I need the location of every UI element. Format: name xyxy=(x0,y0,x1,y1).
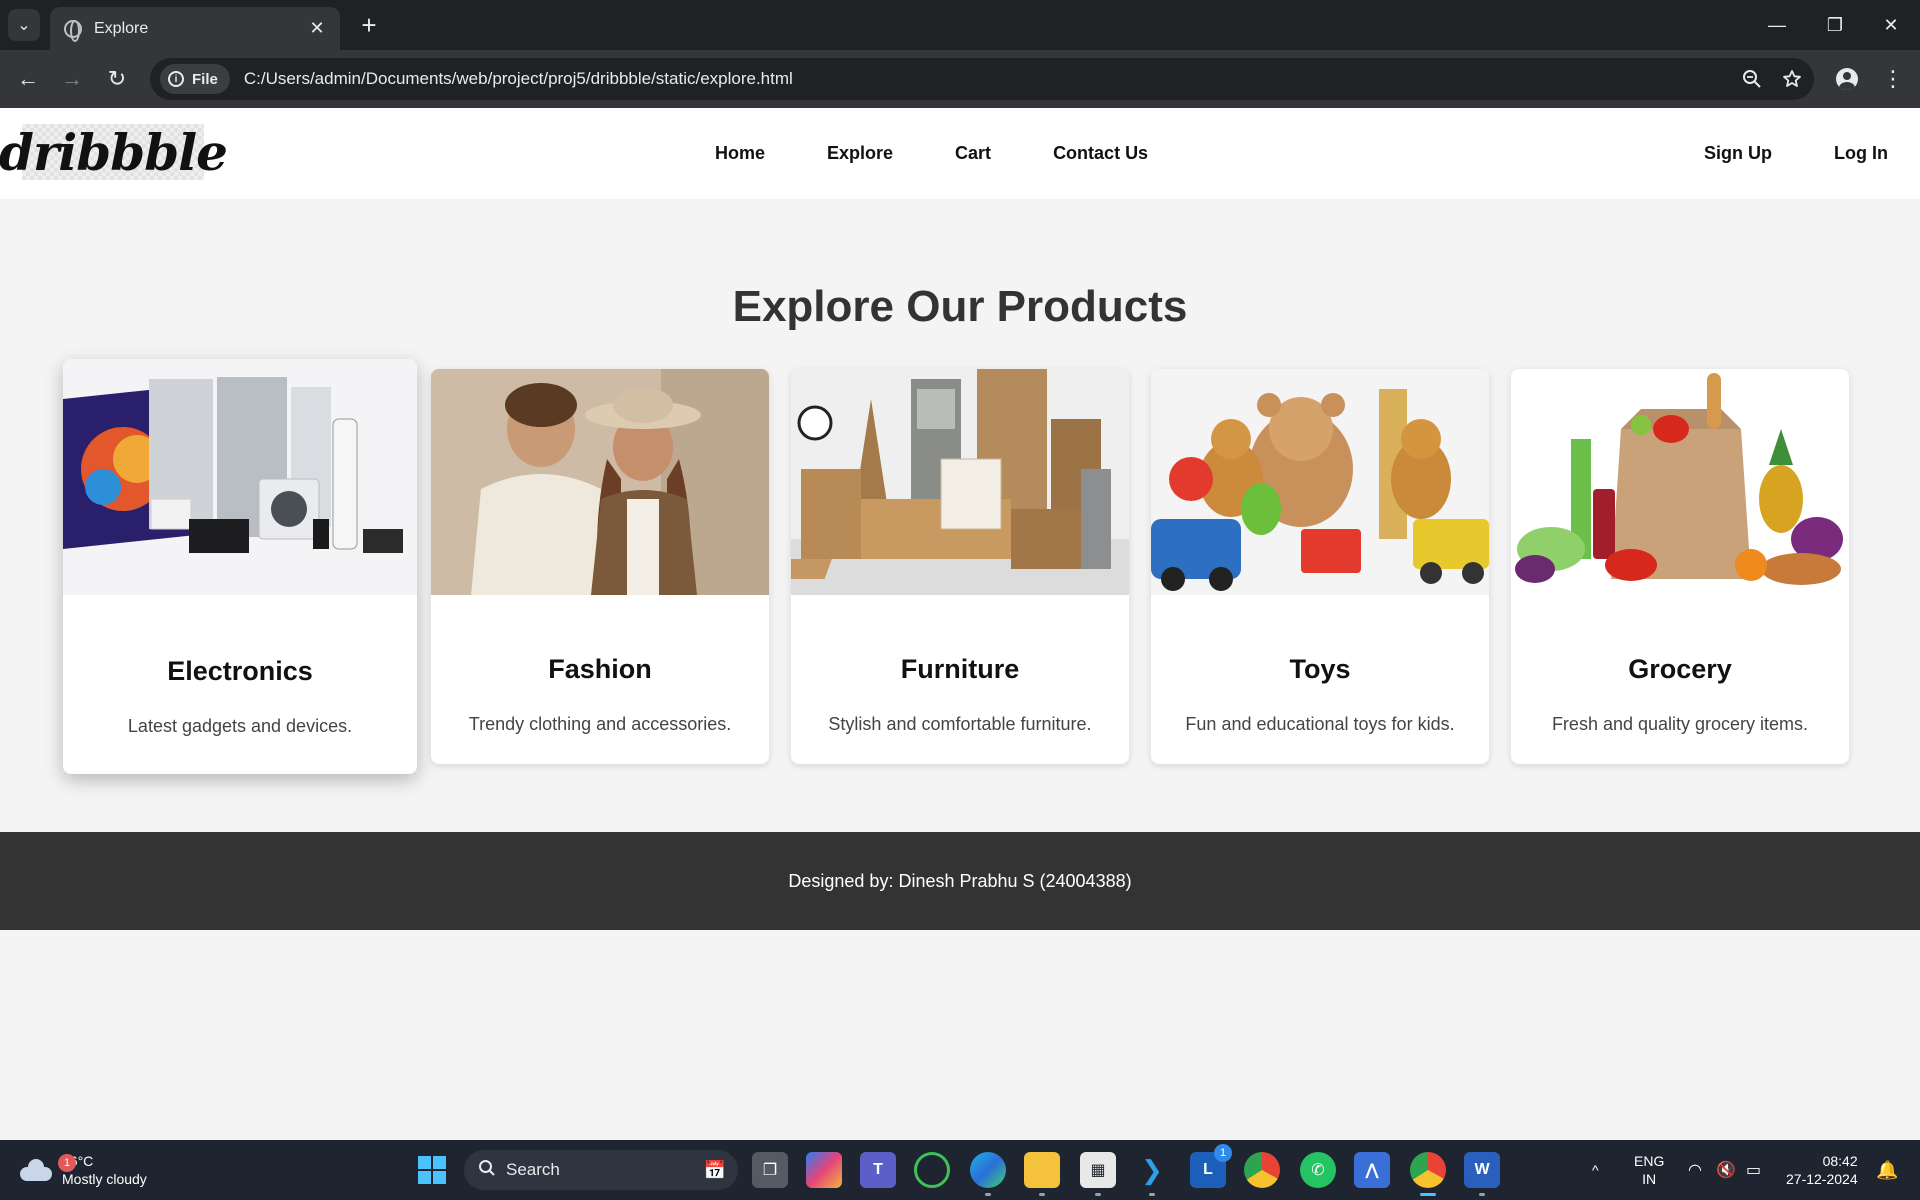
search-icon xyxy=(478,1159,496,1182)
word-icon[interactable]: W xyxy=(1464,1152,1500,1196)
lang-line1: ENG xyxy=(1634,1153,1665,1169)
taskbar-search[interactable]: Search 📅 xyxy=(464,1150,738,1190)
fashion-image xyxy=(431,369,769,595)
category-name: Toys xyxy=(1289,654,1351,684)
category-card-grocery[interactable]: Grocery Fresh and quality grocery items. xyxy=(1511,369,1849,764)
chevron-down-icon: ⌄ xyxy=(17,17,31,34)
log-in-link[interactable]: Log In xyxy=(1834,143,1888,164)
browser-tab-explore[interactable]: Explore ✕ xyxy=(50,7,340,50)
back-button[interactable]: ← xyxy=(11,62,45,96)
windows-start-icon[interactable] xyxy=(418,1156,446,1184)
footer-credit: Designed by: Dinesh Prabhu S (24004388) xyxy=(788,870,1132,891)
category-name: Grocery xyxy=(1628,654,1732,684)
taskbar: 1 26°C Mostly cloudy Search 📅 ❐ T ▦ ❯ L … xyxy=(0,1140,1920,1200)
kebab-menu-icon[interactable]: ⋮ xyxy=(1876,62,1910,96)
category-card-fashion[interactable]: Fashion Trendy clothing and accessories. xyxy=(431,369,769,764)
weather-condition: Mostly cloudy xyxy=(62,1171,147,1187)
category-card-toys[interactable]: Toys Fun and educational toys for kids. xyxy=(1151,369,1489,764)
page-content: dribbble Home Explore Cart Contact Us Si… xyxy=(0,108,1920,1140)
copilot-icon[interactable] xyxy=(806,1152,842,1188)
site-info-label: File xyxy=(192,70,218,88)
grocery-image xyxy=(1511,369,1849,595)
main-nav: Home Explore Cart Contact Us xyxy=(715,108,1148,199)
category-description: Trendy clothing and accessories. xyxy=(468,714,732,734)
teams-icon[interactable]: T xyxy=(860,1152,896,1188)
notification-bell-icon[interactable]: 🔔 xyxy=(1876,1140,1898,1200)
task-view-icon[interactable]: ❐ xyxy=(752,1152,788,1188)
url-text[interactable]: C:/Users/admin/Documents/web/project/pro… xyxy=(244,69,1734,89)
tab-list-button[interactable]: ⌄ xyxy=(8,9,40,41)
category-description: Fresh and quality grocery items. xyxy=(1551,714,1809,734)
nav-explore[interactable]: Explore xyxy=(827,143,893,164)
page-title: Explore Our Products xyxy=(732,282,1188,331)
sign-up-link[interactable]: Sign Up xyxy=(1704,143,1772,164)
auth-nav: Sign Up Log In xyxy=(1704,108,1888,199)
globe-icon xyxy=(64,19,82,42)
close-window-button[interactable]: ✕ xyxy=(1862,0,1920,50)
site-footer: Designed by: Dinesh Prabhu S (24004388) xyxy=(0,832,1920,930)
store-icon[interactable]: ▦ xyxy=(1080,1152,1116,1196)
restore-button[interactable]: ❐ xyxy=(1806,0,1864,50)
clock[interactable]: 08:42 27-12-2024 xyxy=(1786,1140,1858,1200)
star-icon[interactable] xyxy=(1774,61,1810,97)
category-card-furniture[interactable]: Furniture Stylish and comfortable furnit… xyxy=(791,369,1129,764)
speaker-muted-icon[interactable]: 🔇 xyxy=(1716,1140,1736,1200)
chrome-icon[interactable] xyxy=(1410,1152,1446,1196)
nav-contact-us[interactable]: Contact Us xyxy=(1053,143,1148,164)
site-logo[interactable]: dribbble xyxy=(0,123,228,182)
cloud-icon xyxy=(20,1159,52,1181)
chrome-alt-icon[interactable] xyxy=(1244,1152,1280,1188)
clock-time: 08:42 xyxy=(1822,1153,1858,1169)
zoom-icon[interactable] xyxy=(1734,61,1770,97)
lang-line2: IN xyxy=(1642,1171,1657,1187)
minimize-button[interactable]: — xyxy=(1748,0,1806,50)
green-app-icon[interactable] xyxy=(914,1152,950,1188)
weather-badge: 1 xyxy=(58,1154,76,1172)
reload-button[interactable]: ↻ xyxy=(100,62,134,96)
tab-close-icon[interactable]: ✕ xyxy=(308,18,326,39)
search-placeholder: Search xyxy=(506,1160,560,1179)
file-explorer-icon[interactable] xyxy=(1024,1152,1060,1196)
furniture-image xyxy=(791,369,1129,595)
browser-toolbar: ← → ↻ i File C:/Users/admin/Documents/we… xyxy=(0,50,1920,108)
category-name: Fashion xyxy=(548,654,652,684)
a-app-icon[interactable]: ⋀ xyxy=(1354,1152,1390,1188)
electronics-image xyxy=(63,359,417,595)
clock-date: 27-12-2024 xyxy=(1786,1171,1858,1187)
nav-home[interactable]: Home xyxy=(715,143,765,164)
category-name: Electronics xyxy=(167,656,313,686)
site-header: dribbble Home Explore Cart Contact Us Si… xyxy=(0,108,1920,199)
l-app-badge: 1 xyxy=(1214,1144,1232,1162)
vscode-icon[interactable]: ❯ xyxy=(1134,1152,1170,1196)
nav-cart[interactable]: Cart xyxy=(955,143,991,164)
edge-icon[interactable] xyxy=(970,1152,1006,1196)
tab-title: Explore xyxy=(94,19,149,37)
category-description: Latest gadgets and devices. xyxy=(127,716,353,736)
weather-widget[interactable]: 1 26°C Mostly cloudy xyxy=(20,1148,147,1192)
site-info-chip[interactable]: i File xyxy=(160,64,230,94)
new-tab-button[interactable]: + xyxy=(354,10,384,40)
whatsapp-icon[interactable]: ✆ xyxy=(1300,1152,1336,1188)
browser-tab-bar: ⌄ Explore ✕ + — ❐ ✕ xyxy=(0,0,1920,50)
category-description: Fun and educational toys for kids. xyxy=(1185,714,1455,734)
category-card-electronics[interactable]: Electronics Latest gadgets and devices. xyxy=(63,359,417,774)
calendar-highlight-icon: 📅 xyxy=(703,1159,726,1180)
category-description: Stylish and comfortable furniture. xyxy=(828,714,1092,734)
tray-overflow-chevron[interactable]: ^ xyxy=(1592,1140,1599,1200)
address-bar[interactable]: i File C:/Users/admin/Documents/web/proj… xyxy=(150,58,1814,100)
category-name: Furniture xyxy=(900,654,1020,684)
battery-icon[interactable]: ▭ xyxy=(1746,1140,1761,1200)
profile-icon[interactable] xyxy=(1830,62,1864,96)
info-icon: i xyxy=(168,71,184,87)
language-indicator[interactable]: ENG IN xyxy=(1634,1140,1664,1200)
toys-image xyxy=(1151,369,1489,595)
wifi-icon[interactable]: ◠ xyxy=(1688,1140,1702,1200)
forward-button[interactable]: → xyxy=(55,62,89,96)
